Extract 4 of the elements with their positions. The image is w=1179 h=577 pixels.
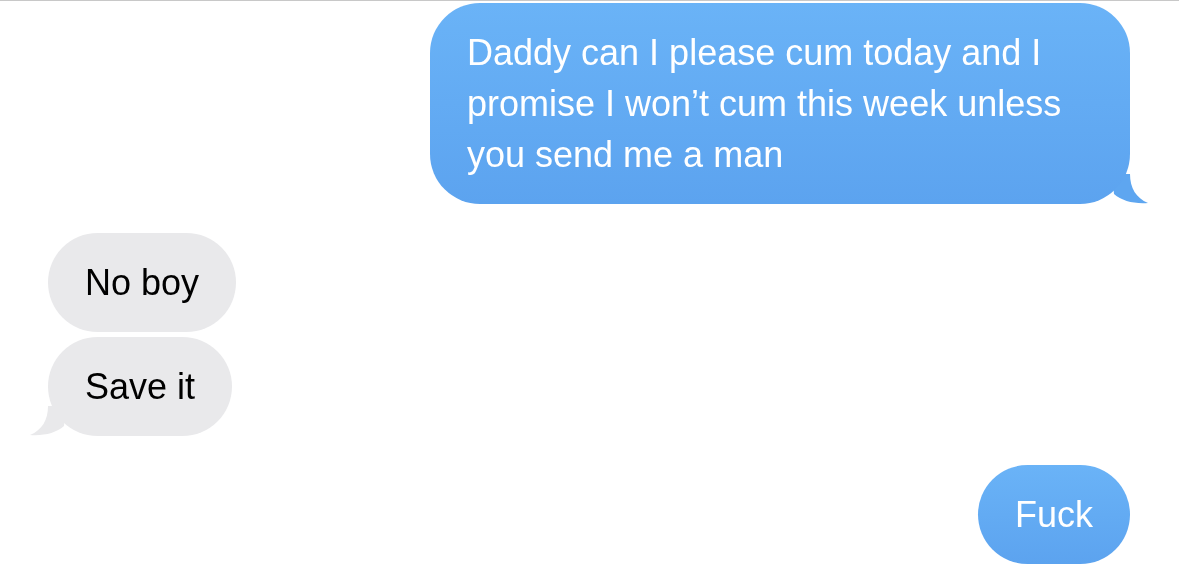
message-bubble: Daddy can I please cum today and I promise I won’t cum this week unless you send me a man [430, 3, 1130, 204]
message-bubble: Fuck [978, 465, 1130, 564]
message-bubble: No boy [48, 233, 237, 332]
message-bubble: Save it [48, 337, 233, 436]
